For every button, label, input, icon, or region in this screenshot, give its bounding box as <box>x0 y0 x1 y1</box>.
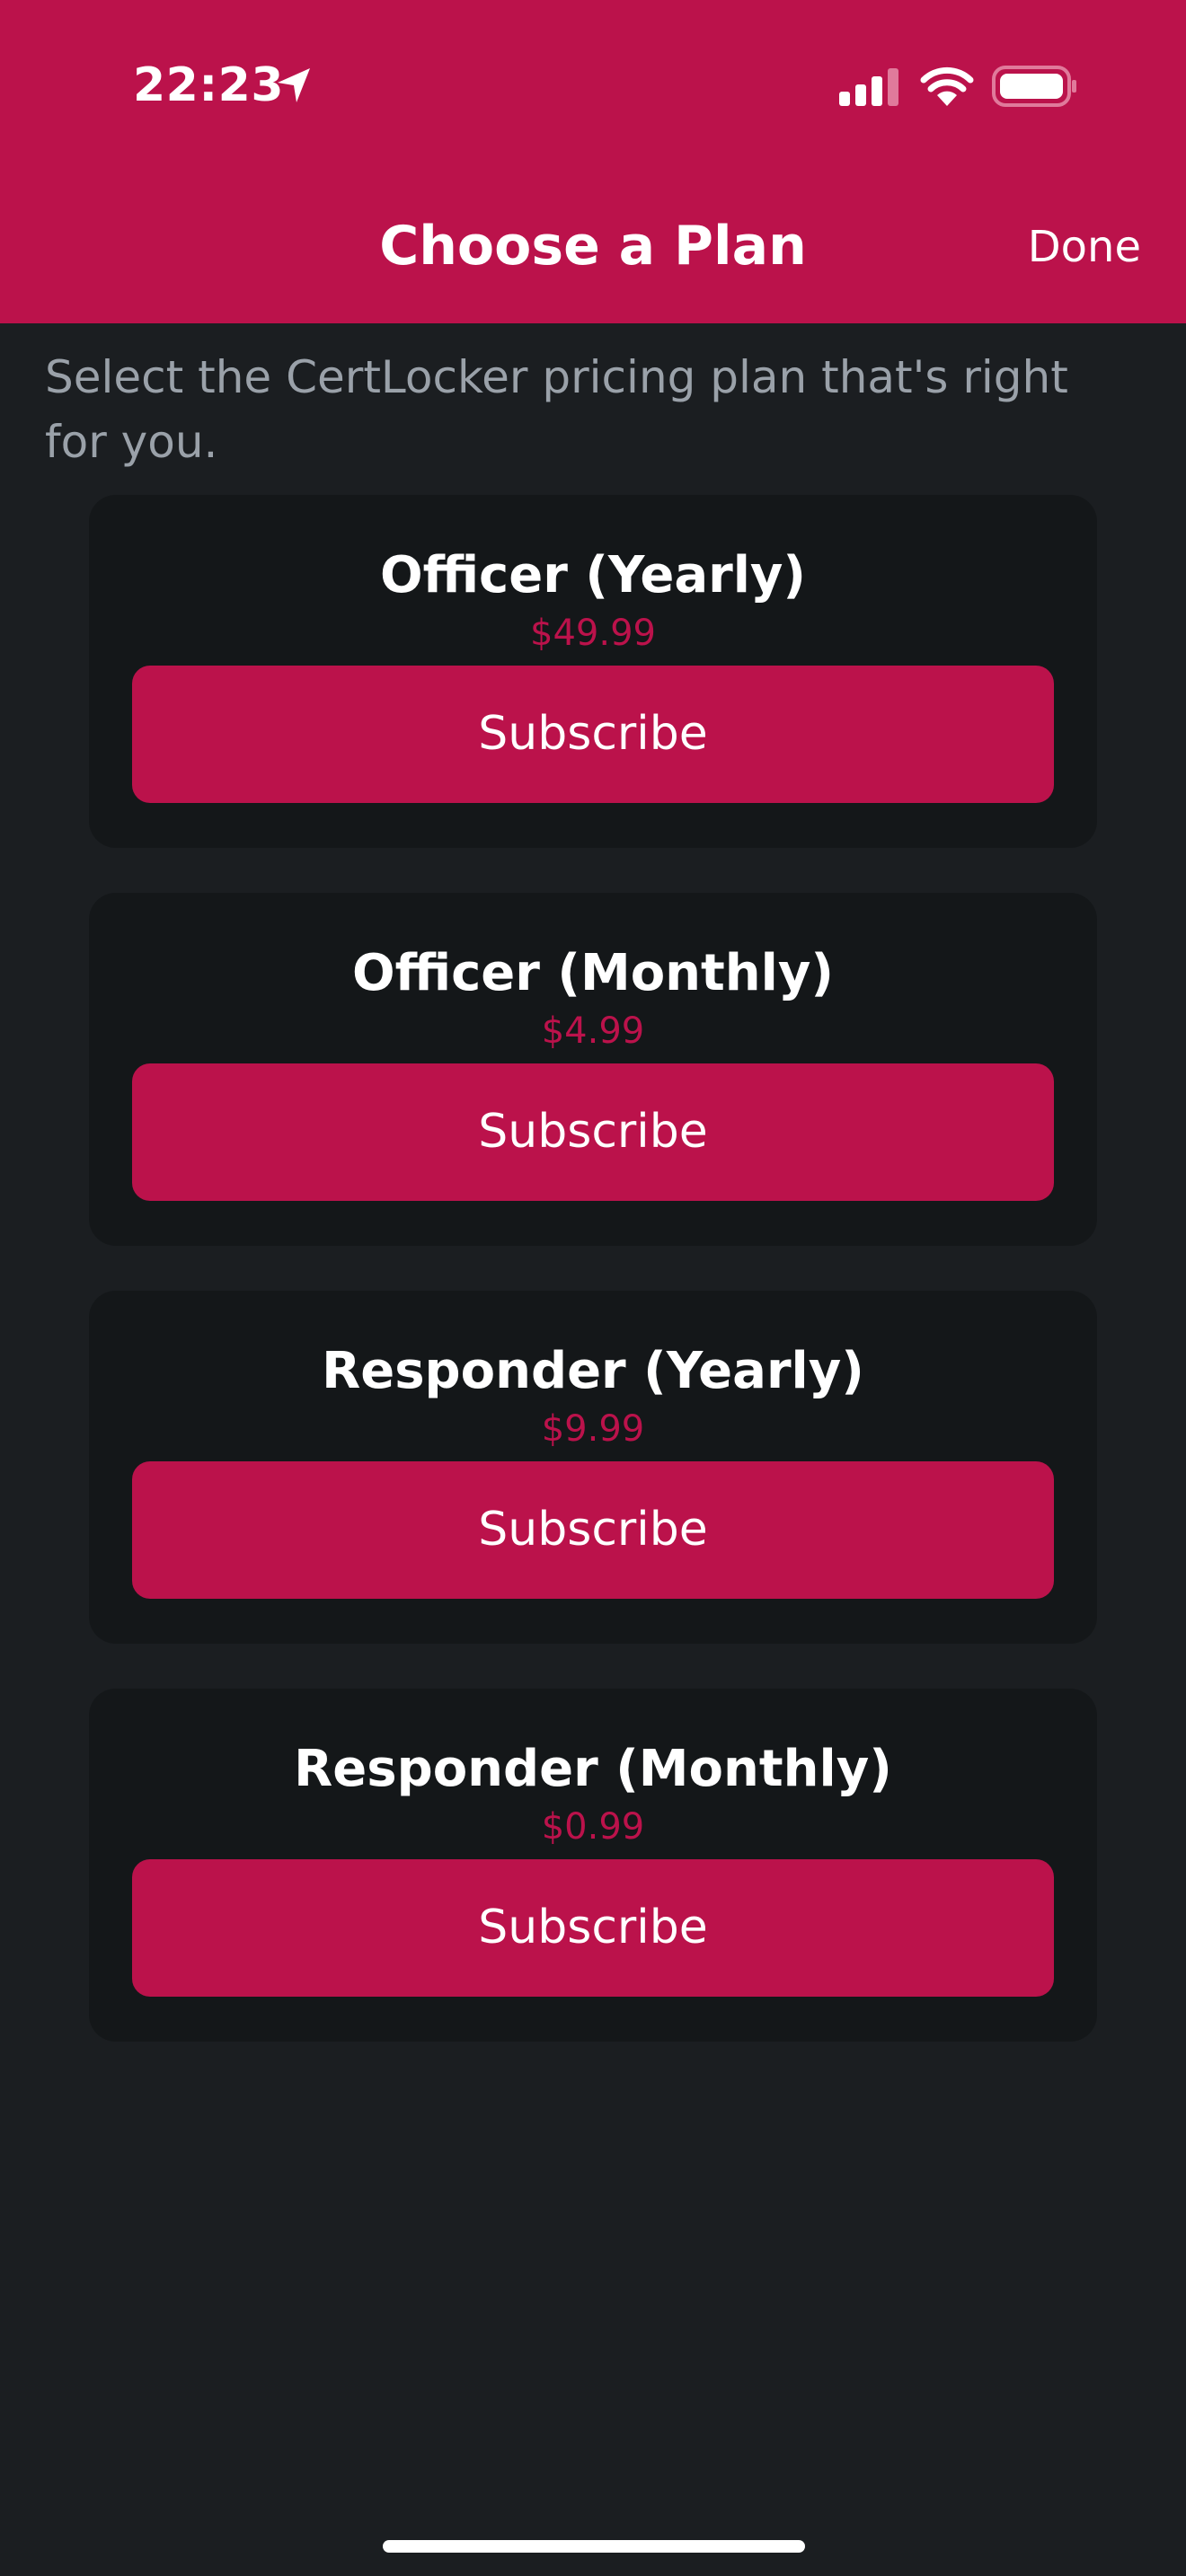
plan-card-responder-monthly: Responder (Monthly) $0.99 Subscribe <box>89 1689 1097 2042</box>
battery-icon <box>992 66 1076 107</box>
plan-price: $0.99 <box>541 1806 645 1848</box>
plan-price: $49.99 <box>530 613 656 654</box>
subscribe-button[interactable]: Subscribe <box>132 666 1054 803</box>
plan-name: Officer (Monthly) <box>352 944 834 1002</box>
plan-card-officer-yearly: Officer (Yearly) $49.99 Subscribe <box>89 495 1097 848</box>
plan-price: $4.99 <box>541 1010 645 1052</box>
wifi-icon <box>920 66 974 106</box>
signal-icon <box>839 68 898 106</box>
home-indicator[interactable] <box>383 2540 805 2553</box>
location-arrow-icon <box>278 68 310 102</box>
plan-name: Responder (Yearly) <box>322 1342 864 1400</box>
navigation-header: 22:23 Choose a Plan Done <box>0 0 1186 323</box>
plan-price: $9.99 <box>541 1408 645 1450</box>
subscribe-button[interactable]: Subscribe <box>132 1859 1054 1997</box>
plan-card-officer-monthly: Officer (Monthly) $4.99 Subscribe <box>89 893 1097 1246</box>
page-title: Choose a Plan <box>379 215 807 278</box>
plan-card-responder-yearly: Responder (Yearly) $9.99 Subscribe <box>89 1291 1097 1644</box>
status-time: 22:23 <box>133 58 285 112</box>
done-button[interactable]: Done <box>1028 216 1141 278</box>
plan-name: Responder (Monthly) <box>294 1740 892 1798</box>
subscribe-button[interactable]: Subscribe <box>132 1063 1054 1201</box>
status-bar: 22:23 <box>0 0 1186 171</box>
subscribe-button[interactable]: Subscribe <box>132 1461 1054 1599</box>
plan-name: Officer (Yearly) <box>379 546 807 604</box>
intro-text: Select the CertLocker pricing plan that'… <box>45 351 1068 468</box>
